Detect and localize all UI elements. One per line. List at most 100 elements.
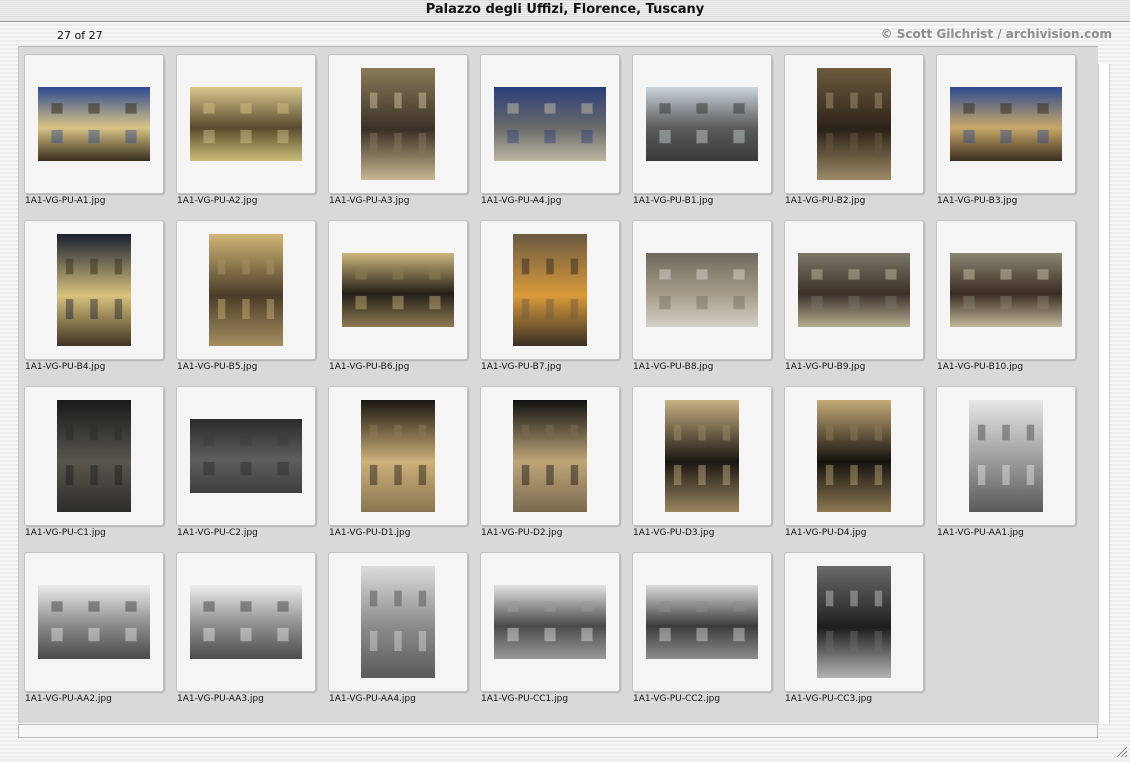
slide-mount[interactable] [632, 386, 772, 526]
thumbnail-item[interactable]: 1A1-VG-PU-B6.jpg [328, 220, 468, 374]
thumbnail-filename: 1A1-VG-PU-AA1.jpg [937, 528, 1024, 538]
slide-mount[interactable] [176, 54, 316, 194]
thumbnail-filename: 1A1-VG-PU-B3.jpg [937, 196, 1018, 206]
slide-mount[interactable] [632, 54, 772, 194]
thumbnail-item[interactable]: 1A1-VG-PU-AA2.jpg [24, 552, 164, 706]
thumbnail-image[interactable] [950, 253, 1062, 327]
slide-mount[interactable] [632, 220, 772, 360]
thumbnail-item[interactable]: 1A1-VG-PU-A3.jpg [328, 54, 468, 208]
thumbnail-item[interactable]: 1A1-VG-PU-B8.jpg [632, 220, 772, 374]
thumbnail-image[interactable] [494, 87, 606, 161]
thumbnail-item[interactable]: 1A1-VG-PU-C2.jpg [176, 386, 316, 540]
thumbnail-image[interactable] [209, 234, 283, 346]
thumbnail-image[interactable] [950, 87, 1062, 161]
thumbnail-filename: 1A1-VG-PU-AA3.jpg [177, 694, 264, 704]
thumbnail-image[interactable] [190, 585, 302, 659]
thumbnail-image[interactable] [38, 585, 150, 659]
thumbnail-image[interactable] [361, 68, 435, 180]
thumbnail-image[interactable] [817, 68, 891, 180]
resize-grip-icon[interactable] [1114, 743, 1128, 758]
thumbnail-image[interactable] [646, 253, 758, 327]
thumbnail-item[interactable]: 1A1-VG-PU-D3.jpg [632, 386, 772, 540]
thumbnail-item[interactable]: 1A1-VG-PU-AA3.jpg [176, 552, 316, 706]
thumbnail-filename: 1A1-VG-PU-B2.jpg [785, 196, 866, 206]
thumbnail-filename: 1A1-VG-PU-B7.jpg [481, 362, 562, 372]
thumbnail-item[interactable]: 1A1-VG-PU-D2.jpg [480, 386, 620, 540]
thumbnail-image[interactable] [494, 585, 606, 659]
thumbnail-image[interactable] [513, 400, 587, 512]
slide-mount[interactable] [24, 552, 164, 692]
slide-mount[interactable] [480, 220, 620, 360]
thumbnail-image[interactable] [798, 253, 910, 327]
slide-mount[interactable] [24, 220, 164, 360]
thumbnail-item[interactable]: 1A1-VG-PU-B1.jpg [632, 54, 772, 208]
thumbnail-item[interactable]: 1A1-VG-PU-CC3.jpg [784, 552, 924, 706]
thumbnail-item[interactable]: 1A1-VG-PU-B9.jpg [784, 220, 924, 374]
slide-mount[interactable] [936, 54, 1076, 194]
thumbnail-filename: 1A1-VG-PU-C2.jpg [177, 528, 258, 538]
thumbnail-item[interactable]: 1A1-VG-PU-B7.jpg [480, 220, 620, 374]
slide-mount[interactable] [480, 552, 620, 692]
slide-mount[interactable] [784, 54, 924, 194]
thumbnail-item[interactable]: 1A1-VG-PU-B10.jpg [936, 220, 1076, 374]
horizontal-scrollbar[interactable] [18, 724, 1098, 738]
slide-mount[interactable] [176, 552, 316, 692]
thumbnail-filename: 1A1-VG-PU-D2.jpg [481, 528, 563, 538]
slide-mount[interactable] [176, 386, 316, 526]
window-title-bar[interactable]: Palazzo degli Uffizi, Florence, Tuscany [0, 0, 1130, 22]
slide-mount[interactable] [784, 220, 924, 360]
thumbnail-image[interactable] [665, 400, 739, 512]
thumbnail-item[interactable]: 1A1-VG-PU-A1.jpg [24, 54, 164, 208]
thumbnail-image[interactable] [190, 87, 302, 161]
slide-mount[interactable] [328, 386, 468, 526]
thumbnail-image[interactable] [513, 234, 587, 346]
slide-mount[interactable] [784, 552, 924, 692]
vertical-scrollbar[interactable] [1098, 64, 1110, 724]
thumbnail-image[interactable] [361, 566, 435, 678]
window-title: Palazzo degli Uffizi, Florence, Tuscany [425, 2, 705, 17]
thumbnail-grid: 1A1-VG-PU-A1.jpg 1A1-VG-PU-A2.jpg 1A1-VG-P… [24, 54, 1084, 706]
thumbnail-filename: 1A1-VG-PU-B6.jpg [329, 362, 410, 372]
thumbnail-item[interactable]: 1A1-VG-PU-CC2.jpg [632, 552, 772, 706]
thumbnail-image[interactable] [817, 566, 891, 678]
thumbnail-item[interactable]: 1A1-VG-PU-D4.jpg [784, 386, 924, 540]
slide-mount[interactable] [480, 54, 620, 194]
thumbnail-item[interactable]: 1A1-VG-PU-C1.jpg [24, 386, 164, 540]
slide-mount[interactable] [480, 386, 620, 526]
slide-mount[interactable] [24, 54, 164, 194]
thumbnail-image[interactable] [361, 400, 435, 512]
slide-mount[interactable] [328, 54, 468, 194]
slide-mount[interactable] [632, 552, 772, 692]
thumbnail-item[interactable]: 1A1-VG-PU-D1.jpg [328, 386, 468, 540]
thumbnail-image[interactable] [817, 400, 891, 512]
copyright-credit: © Scott Gilchrist / archivision.com [880, 27, 1112, 41]
thumbnail-item[interactable]: 1A1-VG-PU-B2.jpg [784, 54, 924, 208]
thumbnail-item[interactable]: 1A1-VG-PU-A4.jpg [480, 54, 620, 208]
slide-mount[interactable] [784, 386, 924, 526]
thumbnail-image[interactable] [646, 87, 758, 161]
thumbnail-item[interactable]: 1A1-VG-PU-B4.jpg [24, 220, 164, 374]
thumbnail-image[interactable] [38, 87, 150, 161]
thumbnail-filename: 1A1-VG-PU-CC3.jpg [785, 694, 873, 704]
thumbnail-filename: 1A1-VG-PU-D4.jpg [785, 528, 867, 538]
thumbnail-filename: 1A1-VG-PU-B4.jpg [25, 362, 106, 372]
thumbnail-item[interactable]: 1A1-VG-PU-B3.jpg [936, 54, 1076, 208]
thumbnail-item[interactable]: 1A1-VG-PU-B5.jpg [176, 220, 316, 374]
thumbnail-item[interactable]: 1A1-VG-PU-AA4.jpg [328, 552, 468, 706]
thumbnail-item[interactable]: 1A1-VG-PU-AA1.jpg [936, 386, 1076, 540]
slide-mount[interactable] [936, 386, 1076, 526]
thumbnail-image[interactable] [190, 419, 302, 493]
thumbnail-filename: 1A1-VG-PU-A3.jpg [329, 196, 410, 206]
thumbnail-image[interactable] [969, 400, 1043, 512]
thumbnail-item[interactable]: 1A1-VG-PU-CC1.jpg [480, 552, 620, 706]
slide-mount[interactable] [328, 220, 468, 360]
slide-mount[interactable] [24, 386, 164, 526]
thumbnail-image[interactable] [342, 253, 454, 327]
thumbnail-image[interactable] [57, 234, 131, 346]
slide-mount[interactable] [328, 552, 468, 692]
thumbnail-image[interactable] [57, 400, 131, 512]
thumbnail-item[interactable]: 1A1-VG-PU-A2.jpg [176, 54, 316, 208]
slide-mount[interactable] [936, 220, 1076, 360]
slide-mount[interactable] [176, 220, 316, 360]
thumbnail-image[interactable] [646, 585, 758, 659]
